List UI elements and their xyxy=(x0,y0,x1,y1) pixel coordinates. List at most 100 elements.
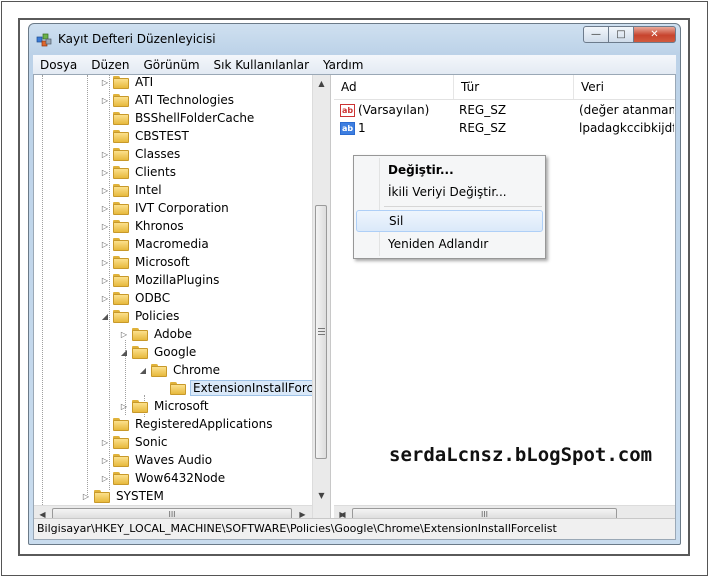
folder-icon xyxy=(94,489,110,503)
tree-item-label: RegisteredApplications xyxy=(135,417,273,431)
column-header-type[interactable]: Tür xyxy=(454,75,574,99)
tree-item-label: Wow6432Node xyxy=(135,471,226,485)
expander-icon[interactable]: ▷ xyxy=(100,185,110,195)
expander-icon[interactable]: ◢ xyxy=(100,311,110,321)
scroll-up-arrow-icon[interactable]: ▲ xyxy=(313,75,330,92)
folder-icon xyxy=(113,147,129,161)
folder-icon xyxy=(113,75,129,89)
menu-item-modify-binary[interactable]: İkili Veriyi Değiştir... xyxy=(356,181,543,203)
expander-icon[interactable]: ▷ xyxy=(81,491,91,501)
menu-item-modify[interactable]: Değiştir... xyxy=(356,159,543,181)
tree-scroll-thumb[interactable] xyxy=(315,205,327,459)
expander-icon[interactable]: ▷ xyxy=(100,203,110,213)
list-item[interactable]: ab (Varsayılan) REG_SZ (değer atanmamı xyxy=(334,101,674,119)
menu-edit[interactable]: Düzen xyxy=(84,58,136,72)
expander-icon[interactable]: ▷ xyxy=(100,221,110,231)
tree-item[interactable]: ▷ Microsoft xyxy=(100,253,192,271)
scroll-down-arrow-icon[interactable]: ▼ xyxy=(313,487,330,504)
tree-item[interactable]: CBSTEST xyxy=(100,127,191,145)
menu-favorites[interactable]: Sık Kullanılanlar xyxy=(207,58,316,72)
column-header-name[interactable]: Ad xyxy=(334,75,454,99)
tree-item[interactable]: BSShellFolderCache xyxy=(100,109,256,127)
expander-icon[interactable]: ▷ xyxy=(100,239,110,249)
tree-item[interactable]: ▷ Macromedia xyxy=(100,235,211,253)
expander-icon[interactable]: ▷ xyxy=(100,95,110,105)
expander-icon[interactable]: ▷ xyxy=(100,293,110,303)
list-header: Ad Tür Veri xyxy=(334,75,675,100)
tree-item-selected[interactable]: ExtensionInstallForceli xyxy=(157,379,330,397)
folder-icon xyxy=(113,417,129,431)
expander-icon[interactable]: ▷ xyxy=(119,329,129,339)
tree-item[interactable]: ▷ Microsoft xyxy=(119,397,211,415)
expander-icon[interactable]: ▷ xyxy=(100,149,110,159)
list-item-selected[interactable]: ab 1 REG_SZ lpadagkccibkijdfl xyxy=(334,119,674,137)
tree-item[interactable]: RegisteredApplications xyxy=(100,415,274,433)
menu-item-delete[interactable]: Sil xyxy=(356,210,543,232)
folder-icon xyxy=(132,345,148,359)
folder-icon xyxy=(113,93,129,107)
tree-item[interactable]: ◢ Chrome xyxy=(138,361,222,379)
expander-icon[interactable]: ▷ xyxy=(119,401,129,411)
folder-icon xyxy=(151,363,167,377)
tree-item[interactable]: ▷ Intel xyxy=(100,181,164,199)
tree-item-label: MozillaPlugins xyxy=(135,273,220,287)
menu-view[interactable]: Görünüm xyxy=(136,58,206,72)
tree-item[interactable]: ▷ ODBC xyxy=(100,289,172,307)
expander-icon[interactable]: ◢ xyxy=(138,365,148,375)
menu-help[interactable]: Yardım xyxy=(316,58,370,72)
tree-item-label: ATI xyxy=(135,75,154,89)
tree-item[interactable]: ▷ Khronos xyxy=(100,217,186,235)
value-name: (Varsayılan) xyxy=(358,103,430,117)
folder-icon xyxy=(113,129,129,143)
menu-file[interactable]: Dosya xyxy=(33,58,84,72)
value-data: (değer atanmamı xyxy=(579,103,674,117)
expander-icon[interactable]: ▷ xyxy=(100,77,110,87)
folder-icon xyxy=(113,453,129,467)
tree-item[interactable]: ▷ Adobe xyxy=(119,325,194,343)
maximize-icon: □ xyxy=(616,29,626,40)
tree-item[interactable]: ▷ Wow6432Node xyxy=(100,469,227,487)
tree-item[interactable]: ◢ Policies xyxy=(100,307,181,325)
tree-item[interactable]: ▷ MozillaPlugins xyxy=(100,271,221,289)
close-button[interactable]: ✕ xyxy=(633,26,676,43)
folder-icon xyxy=(113,273,129,287)
tree-item[interactable]: ▷ Waves Audio xyxy=(100,451,214,469)
tree-item[interactable]: ◢ Google xyxy=(119,343,198,361)
expander-icon[interactable]: ◢ xyxy=(119,347,129,357)
tree-item[interactable]: ▷ IVT Corporation xyxy=(100,199,231,217)
expander-icon[interactable]: ▷ xyxy=(100,455,110,465)
folder-icon xyxy=(113,471,129,485)
string-value-icon: ab xyxy=(340,121,355,135)
values-list-pane[interactable]: Ad Tür Veri ab (Varsayılan) REG_SZ (değe… xyxy=(334,75,675,522)
key-tree-pane[interactable]: ▷ ATI ▷ ATI Technologies BSShellFolderCach… xyxy=(34,75,331,522)
tree-item-label: Khronos xyxy=(135,219,184,233)
expander-icon[interactable]: ▷ xyxy=(100,257,110,267)
menu-item-rename[interactable]: Yeniden Adlandır xyxy=(356,233,543,255)
expander-icon[interactable]: ▷ xyxy=(100,437,110,447)
folder-icon xyxy=(113,435,129,449)
expander-icon[interactable]: ▷ xyxy=(100,275,110,285)
tree-item[interactable]: ▷ Clients xyxy=(100,163,178,181)
tree-vertical-scrollbar[interactable]: ▲ ▼ xyxy=(312,75,330,522)
maximize-button[interactable]: □ xyxy=(608,26,634,43)
value-name: 1 xyxy=(358,121,366,135)
tree-item[interactable]: ▷ Classes xyxy=(100,145,182,163)
tree-item[interactable]: ▷ Sonic xyxy=(100,433,170,451)
tree-item[interactable]: ▷ SYSTEM xyxy=(81,487,166,505)
minimize-button[interactable]: — xyxy=(583,26,609,43)
expander-icon[interactable]: ▷ xyxy=(100,473,110,483)
tree-item[interactable]: ▷ ATI xyxy=(100,75,155,91)
tree-item-label: Chrome xyxy=(173,363,221,377)
title-bar[interactable]: Kayıt Defteri Düzenleyicisi — □ ✕ xyxy=(29,24,680,54)
tree-item-label: IVT Corporation xyxy=(135,201,229,215)
expander-icon[interactable]: ▷ xyxy=(100,167,110,177)
folder-icon xyxy=(113,219,129,233)
value-data: lpadagkccibkijdfl xyxy=(579,121,674,135)
tree-item-label: Microsoft xyxy=(135,255,190,269)
column-header-data[interactable]: Veri xyxy=(574,75,674,99)
registry-editor-window: Kayıt Defteri Düzenleyicisi — □ ✕ Dosya … xyxy=(28,23,681,545)
menu-separator xyxy=(384,206,542,207)
tree-item[interactable]: ▷ ATI Technologies xyxy=(100,91,236,109)
folder-icon xyxy=(113,183,129,197)
tree-guide-line xyxy=(42,75,43,505)
